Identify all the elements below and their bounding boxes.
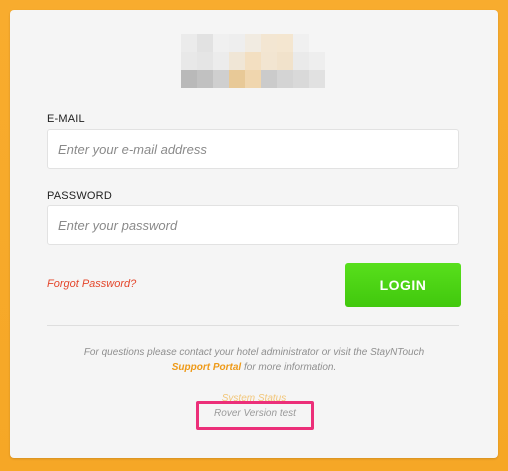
logo-pixel <box>197 70 213 88</box>
login-page-background: E-MAIL PASSWORD Forgot Password? LOGIN F… <box>0 0 508 471</box>
login-button[interactable]: LOGIN <box>345 263 461 307</box>
logo-pixel <box>293 70 309 88</box>
password-label: PASSWORD <box>47 190 112 202</box>
logo-pixel <box>245 70 261 88</box>
logo-pixel <box>181 52 197 70</box>
logo-pixel <box>293 34 309 52</box>
divider <box>47 325 459 326</box>
logo-pixel <box>181 70 197 88</box>
logo-pixel <box>229 70 245 88</box>
help-text-intro: For questions please contact your hotel … <box>83 347 425 358</box>
login-card: E-MAIL PASSWORD Forgot Password? LOGIN F… <box>10 10 498 458</box>
password-field[interactable] <box>47 205 459 245</box>
logo-pixel <box>181 34 197 52</box>
logo-pixel <box>213 52 229 70</box>
logo-pixel <box>277 52 293 70</box>
logo-pixel <box>261 52 277 70</box>
help-text: For questions please contact your hotel … <box>30 345 478 375</box>
logo-pixel <box>197 34 213 52</box>
email-field[interactable] <box>47 129 459 169</box>
logo-pixel <box>245 34 261 52</box>
hotel-logo <box>181 34 325 88</box>
support-portal-link[interactable]: Support Portal <box>172 362 241 373</box>
version-highlight-box <box>196 401 314 430</box>
email-label: E-MAIL <box>47 113 85 125</box>
logo-pixel <box>197 52 213 70</box>
logo-pixel <box>213 70 229 88</box>
help-text-outro: for more information. <box>243 362 337 373</box>
logo-pixel <box>277 70 293 88</box>
logo-pixel <box>309 52 325 70</box>
logo-pixel <box>261 34 277 52</box>
logo-pixel <box>293 52 309 70</box>
logo-pixel <box>309 70 325 88</box>
logo-pixel <box>245 52 261 70</box>
logo-pixel <box>229 34 245 52</box>
logo-pixel <box>261 70 277 88</box>
logo-pixel <box>229 52 245 70</box>
logo-pixel <box>213 34 229 52</box>
logo-pixel <box>277 34 293 52</box>
logo-pixel <box>309 34 325 52</box>
forgot-password-link[interactable]: Forgot Password? <box>47 278 136 290</box>
